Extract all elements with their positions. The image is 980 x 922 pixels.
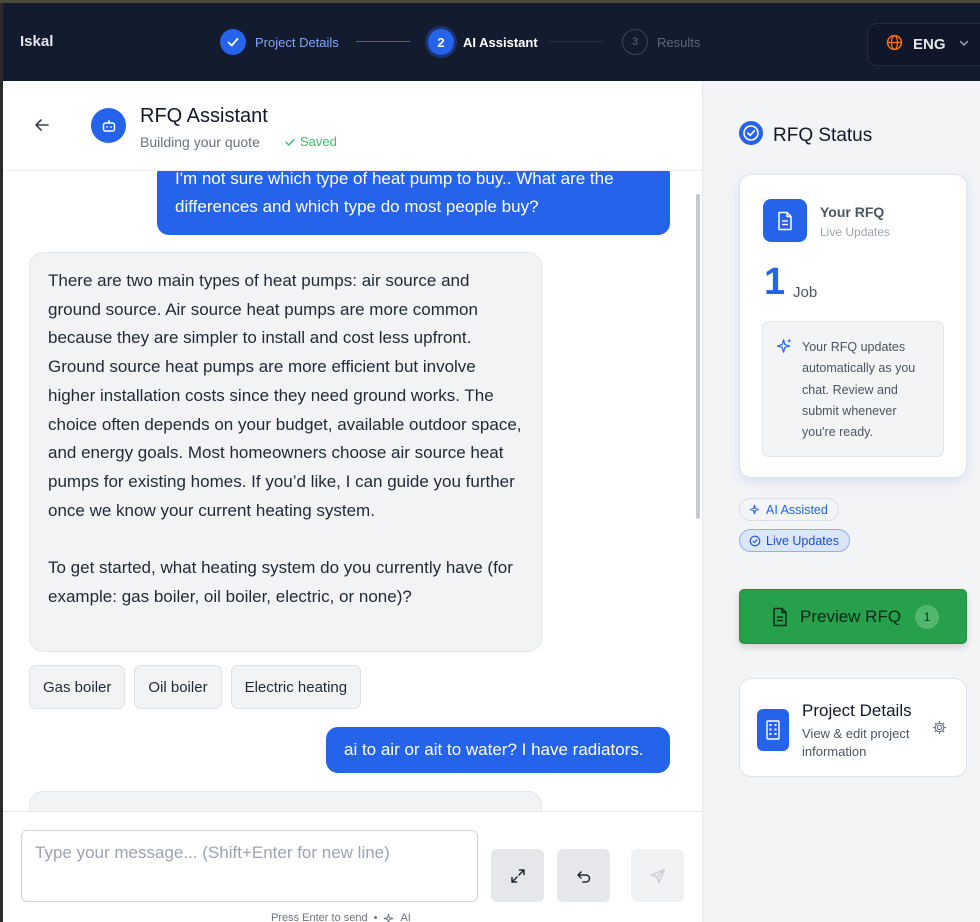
badge-label: Live Updates: [766, 533, 839, 548]
hint-text: Press Enter to send: [271, 912, 368, 922]
chat-header: RFQ Assistant Building your quote Saved: [3, 81, 702, 171]
preview-count-badge: 1: [915, 604, 940, 629]
step-connector: [549, 41, 603, 42]
message-list[interactable]: I'm not sure which type of heat pump to …: [3, 171, 702, 811]
message-paragraph: To get started, what heating system do y…: [48, 558, 513, 606]
saved-label: Saved: [300, 134, 337, 149]
project-details-card[interactable]: Project Details View & edit project info…: [739, 678, 967, 777]
bot-icon: [91, 108, 126, 143]
send-icon: [650, 868, 665, 883]
top-nav: Iskal Project Details 2 AI Assistant 3 R…: [3, 3, 980, 81]
sparkle-icon: [776, 338, 793, 360]
sparkle-icon: [749, 504, 760, 514]
rfq-card: Your RFQ Live Updates 1 Job Your RFQ upd…: [739, 174, 967, 478]
user-message: ai to air or ait to water? I have radiat…: [326, 727, 670, 773]
gear-icon[interactable]: [932, 720, 947, 740]
rfq-sidebar: RFQ Status Your RFQ Live Updates 1 Job Y…: [702, 81, 980, 922]
send-hint: Press Enter to send • AI: [271, 912, 411, 922]
hint-ai-label: AI: [400, 912, 411, 922]
scrollbar[interactable]: [696, 194, 700, 519]
arrow-left-icon: [35, 119, 49, 131]
separator-dot: •: [373, 912, 378, 922]
assistant-message: There are two main types of heat pumps: …: [29, 252, 542, 652]
step-project-details[interactable]: Project Details: [220, 28, 339, 56]
globe-icon: [886, 34, 903, 56]
quick-replies: Gas boiler Oil boiler Electric heating: [29, 665, 362, 709]
chat-panel: RFQ Assistant Building your quote Saved …: [3, 81, 702, 922]
check-circle-icon: [749, 535, 761, 546]
step-number: 2: [428, 29, 454, 55]
info-note: Your RFQ updates automatically as you ch…: [762, 321, 944, 457]
project-details-subtitle: View & edit project information: [802, 726, 910, 759]
composer: Type your message... (Shift+Enter for ne…: [3, 811, 702, 922]
info-note-text: Your RFQ updates automatically as you ch…: [802, 340, 916, 440]
brand-logo[interactable]: Iskal: [20, 33, 53, 50]
project-details-title: Project Details: [802, 701, 912, 720]
sidebar-title: RFQ Status: [738, 120, 872, 151]
preview-label: Preview RFQ: [800, 606, 902, 626]
undo-button[interactable]: [557, 849, 610, 902]
step-number: 3: [622, 29, 648, 55]
step-label: AI Assistant: [463, 34, 538, 50]
job-count-unit: Job: [793, 284, 818, 301]
rfq-subtitle: Live Updates: [820, 225, 891, 239]
user-message: I'm not sure which type of heat pump to …: [157, 171, 670, 235]
check-icon: [220, 29, 246, 55]
language-selector[interactable]: ENG: [867, 23, 980, 66]
document-icon: [773, 607, 787, 626]
step-ai-assistant[interactable]: 2 AI Assistant: [428, 28, 538, 56]
step-label: Project Details: [255, 34, 339, 50]
rfq-name: Your RFQ: [820, 204, 885, 220]
badge-label: AI Assisted: [766, 502, 828, 517]
quick-reply-chip[interactable]: Gas boiler: [29, 665, 126, 709]
document-icon: [763, 199, 807, 242]
send-button[interactable]: [631, 849, 684, 902]
expand-button[interactable]: [491, 849, 544, 902]
saved-status: Saved: [284, 134, 337, 149]
chat-subtitle: Building your quote: [140, 134, 260, 150]
sparkle-icon: [384, 913, 394, 922]
expand-icon: [510, 868, 525, 883]
undo-icon: [576, 870, 590, 883]
step-label: Results: [657, 34, 701, 50]
building-icon: [757, 709, 789, 751]
back-button[interactable]: [33, 116, 51, 139]
live-updates-badge: Live Updates: [739, 529, 850, 552]
job-count: 1: [764, 261, 786, 303]
sidebar-title-text: RFQ Status: [773, 124, 873, 146]
preview-rfq-button[interactable]: Preview RFQ 1: [739, 589, 967, 644]
quick-reply-chip[interactable]: Electric heating: [230, 665, 362, 709]
language-label: ENG: [913, 36, 946, 53]
step-results[interactable]: 3 Results: [622, 28, 700, 56]
check-icon: [285, 138, 295, 146]
check-circle-icon: [738, 120, 764, 151]
chevron-down-icon: [958, 36, 970, 54]
quick-reply-chip[interactable]: Oil boiler: [134, 665, 222, 709]
message-input[interactable]: Type your message... (Shift+Enter for ne…: [21, 830, 478, 902]
chat-title: RFQ Assistant: [140, 105, 268, 127]
assistant-message-partial: [29, 791, 542, 811]
step-connector: [356, 41, 410, 42]
ai-assisted-badge: AI Assisted: [739, 498, 839, 521]
message-paragraph: There are two main types of heat pumps: …: [48, 271, 522, 520]
